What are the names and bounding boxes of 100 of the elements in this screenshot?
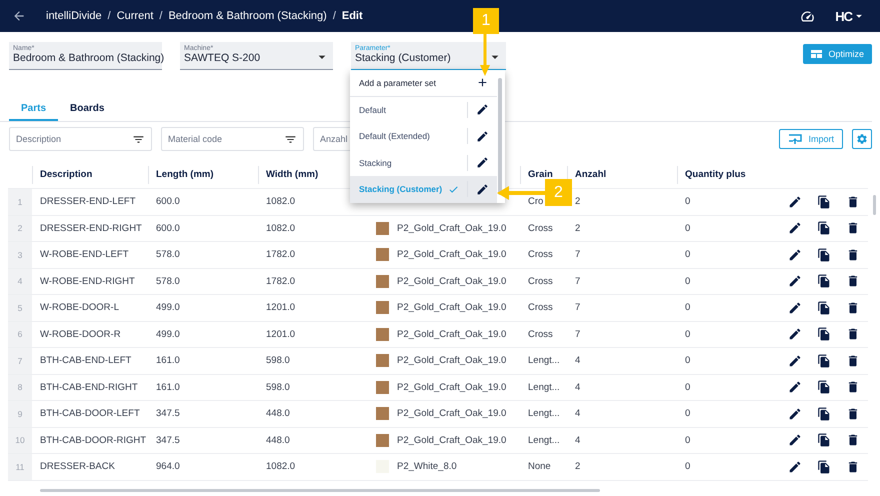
layout-icon [811,50,822,58]
edit-icon[interactable] [788,354,802,368]
table-cell-text: Cross [527,302,554,314]
table-cell-text: 1782.0 [265,249,296,260]
row-number: 4 [8,268,32,294]
copy-icon[interactable] [816,380,831,394]
edit-icon[interactable] [788,194,802,209]
column-header[interactable]: Description [32,166,148,184]
material-code: P2_Gold_Craft_Oak_19.0 [397,328,506,340]
table-cell-text: 0 [684,302,692,314]
table-cell-text: 1201.0 [265,328,296,340]
back-arrow-icon[interactable] [12,9,26,23]
copy-icon[interactable] [816,433,831,448]
table-cell-text: Lengt... [527,355,561,366]
edit-icon[interactable] [788,248,802,262]
breadcrumb-link[interactable]: Current [116,10,154,22]
account-logo[interactable]: HC [835,8,852,24]
copy-icon[interactable] [816,300,831,315]
table-cell-text: Cross [527,276,554,287]
table-cell-text: 0 [684,276,692,287]
filter-field[interactable]: Description [9,127,152,151]
edit-icon[interactable] [788,274,802,288]
gauge-icon[interactable] [800,8,816,24]
copy-icon[interactable] [816,221,831,236]
material-code: P2_Gold_Craft_Oak_19.0 [397,249,506,260]
table-cell-text: 1082.0 [265,196,296,208]
table-cell-text: 1201.0 [265,302,296,314]
column-header[interactable]: Quantity plus [677,166,780,184]
table-cell-text: 0 [684,222,692,234]
row-number: 10 [8,428,32,453]
copy-icon[interactable] [816,274,831,288]
table-cell-text: 598.0 [265,355,291,366]
settings-button[interactable] [852,129,872,149]
table-cell-text: DRESSER-BACK [39,461,116,472]
table-cell-text: Lengt... [527,408,561,420]
material-code: P2_Gold_Craft_Oak_19.0 [397,302,506,314]
copy-icon[interactable] [816,194,831,209]
table-cell-text: 2 [574,461,582,472]
settings-icon [856,133,868,145]
table-cell-text: Lengt... [527,434,561,446]
table-cell-text: 1782.0 [265,276,296,287]
edit-icon[interactable] [788,380,802,394]
table-cell-text: 4 [574,355,582,366]
table-cell-text: BTH-CAB-END-LEFT [39,355,132,366]
table-cell-text: 0 [684,328,692,340]
callout-arrow [480,34,490,76]
table-cell-text: W-ROBE-DOOR-L [39,302,120,314]
table-cell-text: 4 [574,382,582,393]
table-cell-text: Cross [527,328,554,340]
edit-icon[interactable] [788,406,802,421]
table-cell-text: 499.0 [155,302,181,314]
table-cell-text: Cross [527,249,554,260]
scrollbar[interactable] [40,489,600,492]
copy-icon[interactable] [816,248,831,262]
copy-icon[interactable] [816,354,831,368]
table-cell-text: W-ROBE-END-RIGHT [39,276,136,287]
breadcrumb-link[interactable]: Bedroom & Bathroom (Stacking) [168,10,327,22]
table-cell-text: 7 [574,302,582,314]
row-number: 11 [8,454,32,480]
copy-icon[interactable] [816,460,831,474]
material-code: P2_Gold_Craft_Oak_19.0 [397,382,506,393]
material-code: P2_Gold_Craft_Oak_19.0 [397,222,506,234]
edit-icon[interactable] [788,327,802,342]
table-cell-text: 0 [684,382,692,393]
table-cell-text: 600.0 [155,222,181,234]
table-cell-text: Cro [527,196,544,208]
row-number: 6 [8,322,32,347]
table-cell-text: BTH-CAB-END-RIGHT [39,382,139,393]
copy-icon[interactable] [816,327,831,342]
breadcrumb-separator: / [159,10,162,22]
material-code: P2_Gold_Craft_Oak_19.0 [397,355,506,366]
column-header[interactable]: Length (mm) [148,166,258,184]
filter-field[interactable]: Material code [161,127,304,151]
table-cell-text: 578.0 [155,276,181,287]
table-cell-text: 964.0 [155,461,181,472]
menu-item[interactable]: Add a parameter set [350,70,497,96]
table-cell-text: 161.0 [155,382,181,393]
row-number: 8 [8,374,32,400]
material-code: P2_Gold_Craft_Oak_19.0 [397,408,506,420]
table-cell-text: W-ROBE-DOOR-R [39,328,122,340]
table-cell-text: 1082.0 [265,222,296,234]
table-cell-text: DRESSER-END-RIGHT [39,222,143,234]
tab[interactable]: Boards [58,98,116,121]
edit-icon[interactable] [788,460,802,474]
table-cell-text: 578.0 [155,249,181,260]
scrollbar[interactable] [873,195,876,215]
table-cell-text: 0 [684,434,692,446]
table-cell-text: 0 [684,196,692,208]
table-cell-text: 4 [574,434,582,446]
edit-icon[interactable] [788,433,802,448]
breadcrumb-separator: / [108,10,111,22]
edit-icon[interactable] [788,300,802,315]
copy-icon[interactable] [816,406,831,421]
table-cell-text: W-ROBE-END-LEFT [39,249,130,260]
table-cell-text: 0 [684,249,692,260]
breadcrumb-link[interactable]: intelliDivide [46,10,102,22]
edit-icon[interactable] [788,221,802,236]
table-cell-text: 161.0 [155,355,181,366]
scrollbar[interactable] [498,78,502,194]
table-cell-text: 7 [574,249,582,260]
